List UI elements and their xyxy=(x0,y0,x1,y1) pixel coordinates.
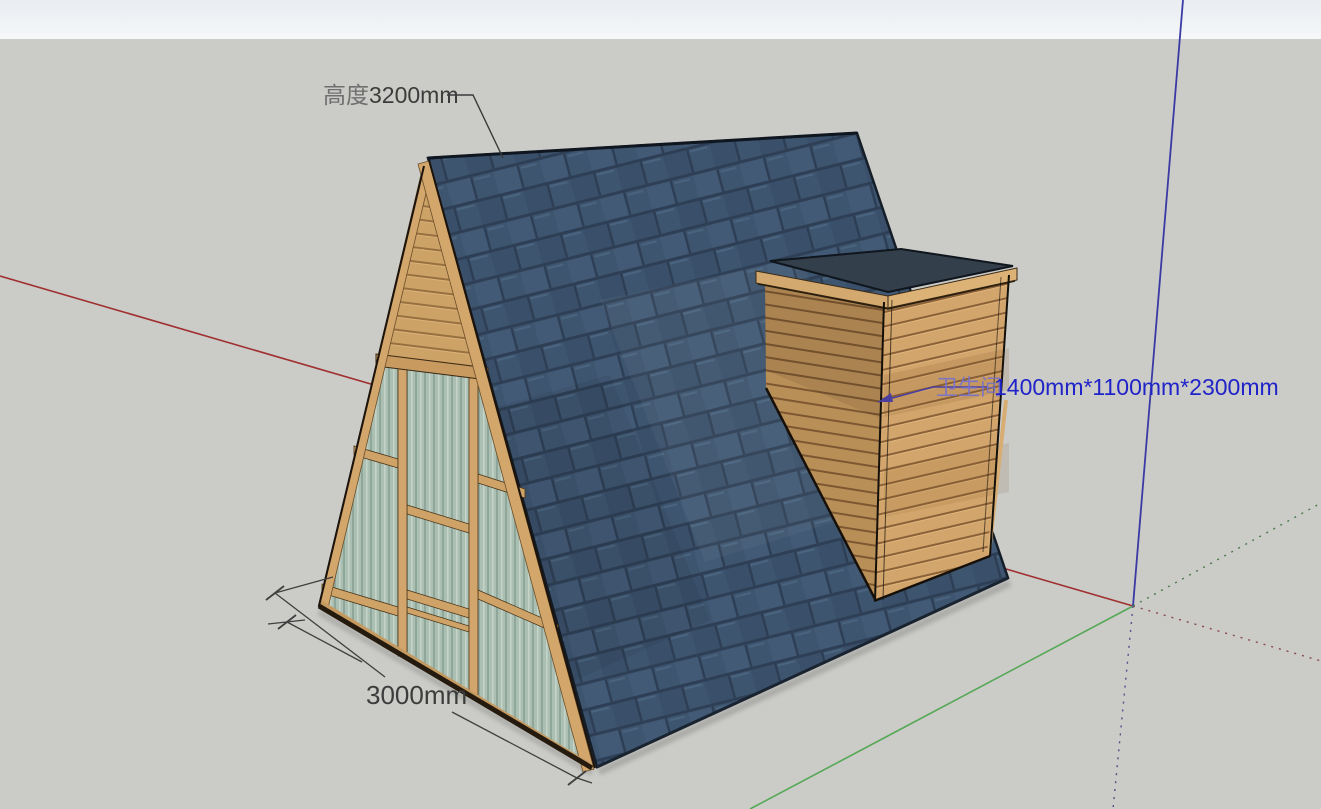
height-label-prefix: 高度 xyxy=(323,82,369,108)
window-mullion xyxy=(398,361,407,656)
sky-background xyxy=(0,0,1321,39)
bathroom-annotation-dimensions: 1400mm*1100mm*2300mm xyxy=(994,374,1279,400)
height-label-value: 3200mm xyxy=(369,82,458,108)
window-mullion xyxy=(469,368,478,696)
bathroom-annotation-label: 卫生间 xyxy=(936,375,1002,400)
width-dimension-text: 3000mm xyxy=(366,680,467,710)
sketchup-viewport[interactable]: 3000mm 高度3200mm 卫生间 1400mm*1100mm*2300mm xyxy=(0,0,1321,809)
height-annotation-text: 高度3200mm xyxy=(323,82,458,108)
scene-svg: 3000mm 高度3200mm 卫生间 1400mm*1100mm*2300mm xyxy=(0,0,1321,809)
